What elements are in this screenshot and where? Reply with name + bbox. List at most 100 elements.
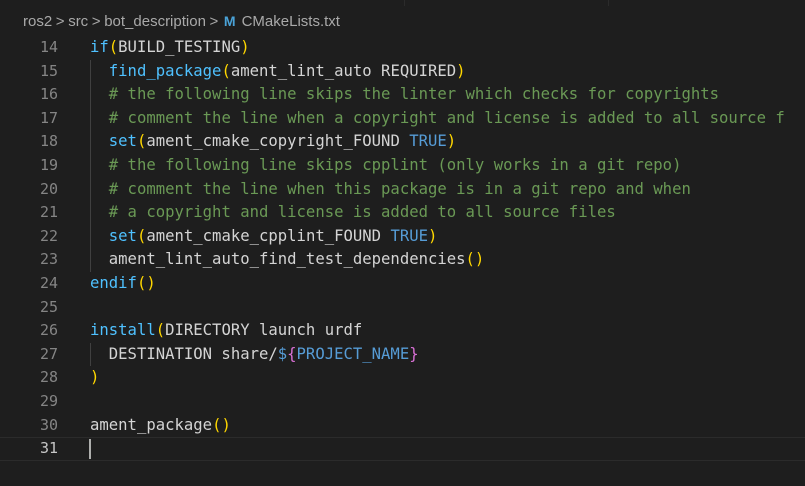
code-token: ): [428, 226, 438, 245]
indent-guide: [90, 342, 91, 367]
code-token: ): [90, 368, 100, 387]
code-editor[interactable]: 14 if(BUILD_TESTING) 15 find_package(ament…: [0, 36, 805, 486]
code-text: DESTINATION share/${PROJECT_NAME}: [90, 343, 419, 367]
chevron-right-icon: >: [55, 12, 65, 30]
breadcrumb-file[interactable]: CMakeLists.txt: [242, 13, 340, 30]
code-token: (: [136, 226, 147, 245]
code-token: DIRECTORY launch urdf: [165, 321, 363, 340]
code-text: # comment the line when this package is …: [90, 178, 691, 202]
code-token: set: [108, 132, 137, 151]
code-text: ament_package(): [90, 414, 231, 438]
cmake-file-icon: M: [223, 13, 236, 29]
code-line[interactable]: 26 install(DIRECTORY launch urdf: [0, 319, 805, 343]
line-number: 18: [39, 132, 58, 151]
line-number: 30: [39, 415, 58, 434]
code-line[interactable]: 25: [0, 296, 805, 320]
line-number: 19: [39, 156, 58, 174]
code-line[interactable]: 19 # the following line skips cpplint (o…: [0, 154, 805, 178]
code-line[interactable]: 14 if(BUILD_TESTING): [0, 36, 805, 60]
code-text: install(DIRECTORY launch urdf: [90, 319, 362, 343]
code-token: (: [221, 61, 231, 80]
code-text: set(ament_cmake_cpplint_FOUND TRUE): [90, 225, 438, 249]
chevron-right-icon: >: [91, 12, 101, 30]
line-number: 17: [39, 108, 58, 127]
code-line[interactable]: 18 set(ament_cmake_copyright_FOUND TRUE): [0, 130, 805, 154]
breadcrumb-ros2[interactable]: ros2: [23, 13, 52, 30]
code-text: # the following line skips the linter wh…: [90, 83, 719, 107]
code-line[interactable]: 21 # a copyright and license is added to…: [0, 201, 805, 225]
line-number: 26: [39, 321, 58, 340]
line-number: 16: [39, 85, 58, 104]
code-token: ament_cmake_cpplint_FOUND: [146, 226, 391, 245]
line-number: 28: [39, 368, 58, 387]
code-line[interactable]: 22 set(ament_cmake_cpplint_FOUND TRUE): [0, 225, 805, 249]
code-text: set(ament_cmake_copyright_FOUND TRUE): [90, 130, 456, 154]
code-text: if(BUILD_TESTING): [90, 36, 250, 60]
code-text: # the following line skips cpplint (only…: [90, 154, 682, 178]
code-line[interactable]: 23 ament_lint_auto_find_test_dependencie…: [0, 248, 805, 272]
breadcrumb-bot-description[interactable]: bot_description: [104, 13, 206, 30]
line-number: 15: [39, 61, 58, 80]
line-number: 25: [39, 297, 58, 316]
code-token: # comment the line when this package is …: [108, 179, 691, 198]
code-line[interactable]: 24 endif(): [0, 272, 805, 296]
code-token: ): [240, 38, 250, 56]
code-token: ): [456, 61, 466, 80]
code-text: # comment the line when a copyright and …: [90, 107, 785, 131]
line-number: 14: [39, 38, 58, 56]
line-number: 23: [39, 250, 58, 269]
code-token: (: [108, 38, 119, 56]
code-text: ): [90, 366, 99, 390]
code-line[interactable]: 29: [0, 390, 805, 414]
code-text: ament_lint_auto_find_test_dependencies(): [90, 248, 485, 272]
line-number: 29: [39, 392, 58, 410]
code-token: endif: [90, 274, 137, 292]
indent-guide: [90, 59, 91, 272]
code-token: ament_cmake_copyright_FOUND: [146, 132, 410, 151]
code-token: find_package: [108, 61, 222, 80]
code-token: ): [446, 132, 457, 151]
code-line[interactable]: 30 ament_package(): [0, 414, 805, 438]
breadcrumb: ros2 > src > bot_description > M CMakeLi…: [0, 6, 805, 36]
breadcrumb-src[interactable]: src: [68, 13, 88, 30]
code-token: # a copyright and license is added to al…: [108, 203, 616, 222]
code-token: (): [212, 415, 231, 434]
line-number: 22: [39, 226, 58, 245]
code-token: set: [108, 226, 137, 245]
line-number: 20: [39, 179, 58, 198]
code-line[interactable]: 20 # comment the line when this package …: [0, 178, 805, 202]
code-token: }: [409, 344, 419, 363]
code-line[interactable]: 31: [0, 437, 805, 461]
code-text: # a copyright and license is added to al…: [90, 201, 616, 225]
code-line[interactable]: 15 find_package(ament_lint_auto REQUIRED…: [0, 60, 805, 84]
code-token: (: [155, 321, 166, 340]
code-token: (): [465, 250, 485, 269]
code-line[interactable]: 17 # comment the line when a copyright a…: [0, 107, 805, 131]
code-token: TRUE: [409, 132, 447, 151]
line-number: 27: [39, 344, 58, 363]
text-cursor: [89, 439, 91, 460]
line-number: 31: [39, 439, 58, 458]
code-token: ament_lint_auto REQUIRED: [230, 61, 457, 80]
code-token: PROJECT_NAME: [296, 344, 410, 363]
code-token: DESTINATION share/: [90, 344, 278, 363]
code-text: endif(): [90, 272, 156, 296]
code-line[interactable]: 16 # the following line skips the linter…: [0, 83, 805, 107]
code-token: if: [90, 38, 109, 56]
code-token: (: [136, 132, 147, 151]
line-number: 21: [39, 203, 58, 222]
code-line[interactable]: 27 DESTINATION share/${PROJECT_NAME}: [0, 343, 805, 367]
chevron-right-icon: >: [209, 12, 219, 30]
code-line[interactable]: 28): [0, 366, 805, 390]
code-token: TRUE: [390, 226, 429, 245]
code-text: find_package(ament_lint_auto REQUIRED): [90, 60, 466, 84]
code-token: install: [90, 321, 156, 340]
code-token: BUILD_TESTING: [118, 38, 241, 56]
